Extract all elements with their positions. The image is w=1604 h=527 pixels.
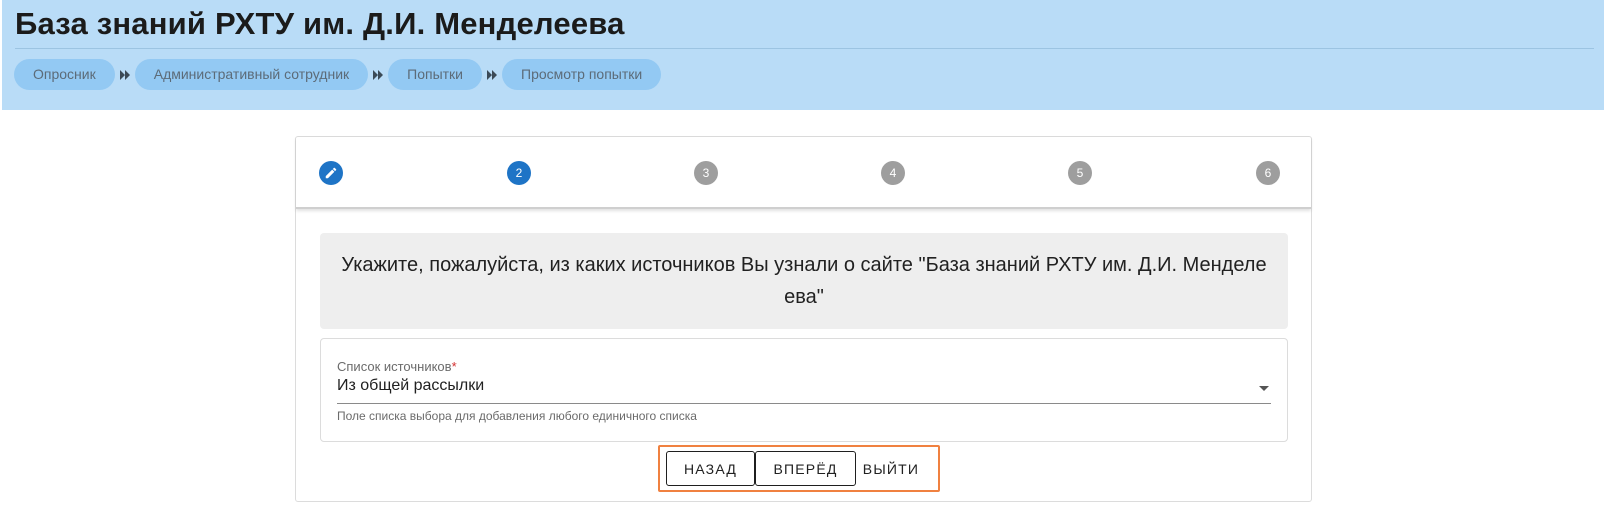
sources-select-field[interactable]: Список источников* Из общей рассылки Пол… [320, 338, 1288, 442]
actions-bar: Назад Вперёд Выйти [658, 445, 940, 492]
chevron-down-icon[interactable] [1257, 383, 1271, 393]
field-underline [337, 403, 1271, 404]
field-hint: Поле списка выбора для добавления любого… [337, 409, 697, 423]
breadcrumb-separator-icon [115, 69, 135, 81]
select-value[interactable]: Из общей рассылки [337, 377, 484, 395]
step-5[interactable]: 5 [1068, 161, 1092, 185]
question-box: Укажите, пожалуйста, из каких источников… [320, 233, 1288, 329]
breadcrumb-item-questionnaire[interactable]: Опросник [14, 59, 115, 90]
breadcrumb: Опросник Административный сотрудник Попы… [14, 59, 662, 90]
stepper: 2 3 4 5 6 [296, 137, 1311, 209]
step-6[interactable]: 6 [1256, 161, 1280, 185]
breadcrumb-item-view-attempt[interactable]: Просмотр попытки [502, 59, 662, 90]
pencil-icon [325, 167, 337, 179]
survey-card: 2 3 4 5 6 Укажите, пожалуйста, из каких … [295, 136, 1312, 502]
step-2[interactable]: 2 [507, 161, 531, 185]
exit-button[interactable]: Выйти [856, 451, 926, 486]
required-mark: * [451, 359, 457, 374]
breadcrumb-item-attempts[interactable]: Попытки [388, 59, 483, 90]
back-button[interactable]: Назад [666, 451, 755, 486]
question-text: Укажите, пожалуйста, из каких источников… [341, 254, 1267, 308]
next-button[interactable]: Вперёд [755, 451, 856, 486]
step-1-edit[interactable] [319, 161, 343, 185]
breadcrumb-separator-icon [482, 69, 502, 81]
app-header: База знаний РХТУ им. Д.И. Менделеева Опр… [2, 0, 1604, 110]
breadcrumb-item-admin-staff[interactable]: Административный сотрудник [134, 59, 369, 90]
header-divider [15, 48, 1594, 49]
step-4[interactable]: 4 [881, 161, 905, 185]
step-3[interactable]: 3 [694, 161, 718, 185]
page-title: База знаний РХТУ им. Д.И. Менделеева [15, 6, 625, 41]
field-label: Список источников* [337, 359, 457, 374]
breadcrumb-separator-icon [368, 69, 388, 81]
